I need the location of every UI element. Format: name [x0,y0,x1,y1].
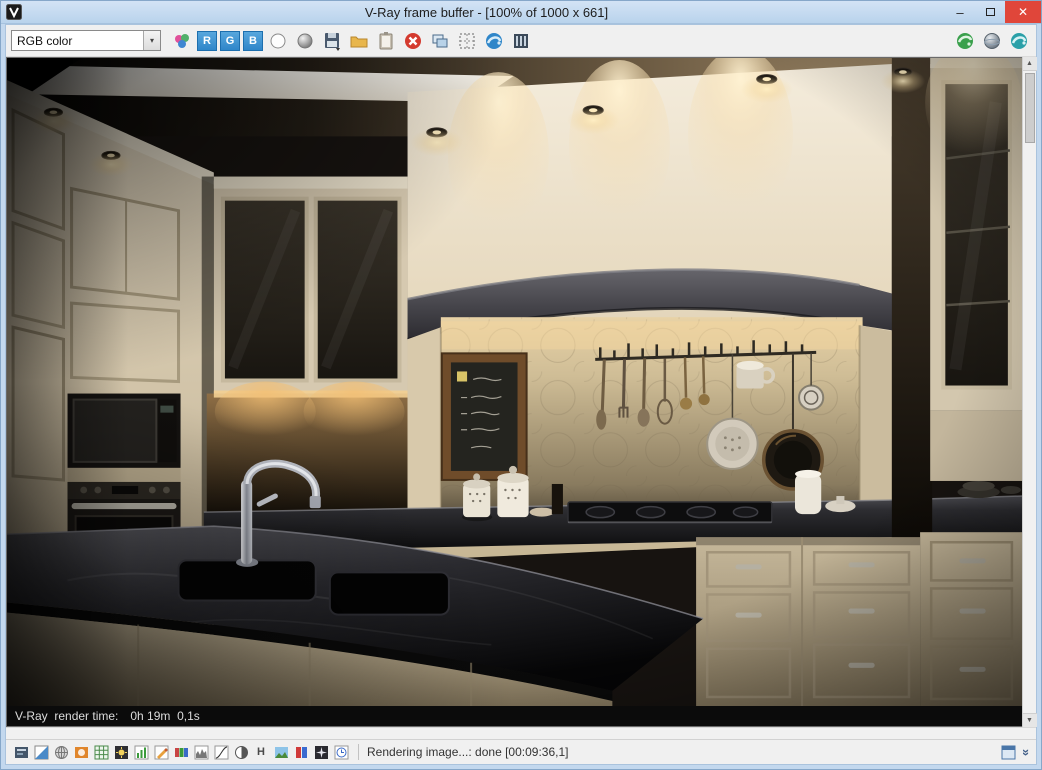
horizontal-scrollbar[interactable] [6,727,1036,739]
collapse-statusbar-icon[interactable]: » [1019,748,1034,755]
duplicate-to-host-button[interactable] [428,29,452,53]
ocio-icon[interactable] [72,743,90,761]
load-image-button[interactable] [347,29,371,53]
alpha-toggle[interactable] [293,29,317,53]
kitchen-render-svg [7,58,1022,706]
contrast-icon[interactable] [232,743,250,761]
statusbar-separator [358,744,359,760]
region-render-icon [459,33,475,48]
close-button[interactable]: ✕ [1005,1,1041,23]
exposure-icon[interactable] [112,743,130,761]
window-title: V-Ray frame buffer - [100% of 1000 x 661… [364,4,609,20]
lens-effects-settings-button[interactable] [980,29,1004,53]
lut-icon[interactable] [92,743,110,761]
status-message: Rendering image...: done [00:09:36,1] [367,745,569,759]
interactive-render-button[interactable] [1007,29,1031,53]
green-channel-toggle[interactable]: G [220,30,240,51]
render-last-button[interactable] [482,29,506,53]
folder-icon [350,36,368,47]
curves-icon[interactable] [212,743,230,761]
render-image[interactable] [7,58,1022,706]
vray-logo-icon [6,4,22,20]
alpha-sphere-icon [297,33,313,48]
blue-channel-toggle[interactable]: B [243,30,263,51]
clipboard-icon [379,31,393,49]
lens-effects-icon[interactable] [312,743,330,761]
white-circle-icon [270,33,286,48]
corrections-panel-icon [514,33,528,48]
render-time-value: 0h 19m 0,1s [130,709,200,723]
background-image-icon[interactable] [272,743,290,761]
red-channel-toggle[interactable]: R [197,30,217,51]
content-row: V-Ray render time: 0h 19m 0,1s ▲ ▼ [6,57,1037,727]
maximize-icon [985,8,995,16]
levels-icon[interactable] [192,743,210,761]
stereo-icon[interactable] [292,743,310,761]
render-time-label: V-Ray render time: [15,709,119,723]
srgb-toggle-icon[interactable] [32,743,50,761]
stop-icon [405,32,421,49]
render-time-bar: V-Ray render time: 0h 19m 0,1s [7,706,1022,726]
chevron-down-icon: ▾ [143,31,160,50]
vertical-scroll-thumb[interactable] [1024,73,1035,143]
vray-render-swirl-icon [957,32,973,49]
channel-select[interactable]: RGB color ▾ [11,30,161,51]
region-render-button[interactable] [455,29,479,53]
maximize-button[interactable] [975,1,1005,23]
color-swatches-icon [175,33,189,48]
minimize-button[interactable]: – [945,1,975,23]
channel-select-value: RGB color [17,33,73,48]
titlebar[interactable]: V-Ray frame buffer - [100% of 1000 x 661… [1,1,1041,24]
expand-panel-icon[interactable] [1000,743,1018,761]
history-icon[interactable] [332,743,350,761]
duplicate-buffer-icon [432,34,448,47]
stamp-icon[interactable] [12,743,30,761]
vertical-scrollbar[interactable]: ▲ ▼ [1022,57,1037,727]
monochrome-toggle[interactable] [266,29,290,53]
copy-to-clipboard-button[interactable] [374,29,398,53]
scroll-down-icon[interactable]: ▼ [1022,713,1037,727]
render-last-vray-button[interactable] [953,29,977,53]
interactive-swirl-icon [1011,32,1027,49]
hue-saturation-icon[interactable] [152,743,170,761]
render-swirl-icon [486,32,502,49]
scroll-up-icon[interactable]: ▲ [1022,57,1037,71]
stop-render-button[interactable] [401,29,425,53]
icc-profile-icon[interactable] [52,743,70,761]
color-clamp-icon[interactable]: H [252,743,270,761]
vray-frame-buffer-window: V-Ray frame buffer - [100% of 1000 x 661… [0,0,1042,770]
render-viewport: V-Ray render time: 0h 19m 0,1s [6,57,1022,727]
color-swatches-button[interactable] [170,29,194,53]
frame-buffer-app: RGB color ▾ R G B V-Ray render time: 0h … [5,24,1037,765]
toolbar: RGB color ▾ R G B [6,25,1036,57]
color-balance-icon[interactable] [172,743,190,761]
save-icon [325,32,340,51]
white-balance-icon[interactable] [132,743,150,761]
sphere-icon [984,32,1000,49]
save-image-button[interactable] [320,29,344,53]
color-corrections-button[interactable] [509,29,533,53]
statusbar: H Rendering image...: done [00:09:36,1] … [6,739,1036,764]
